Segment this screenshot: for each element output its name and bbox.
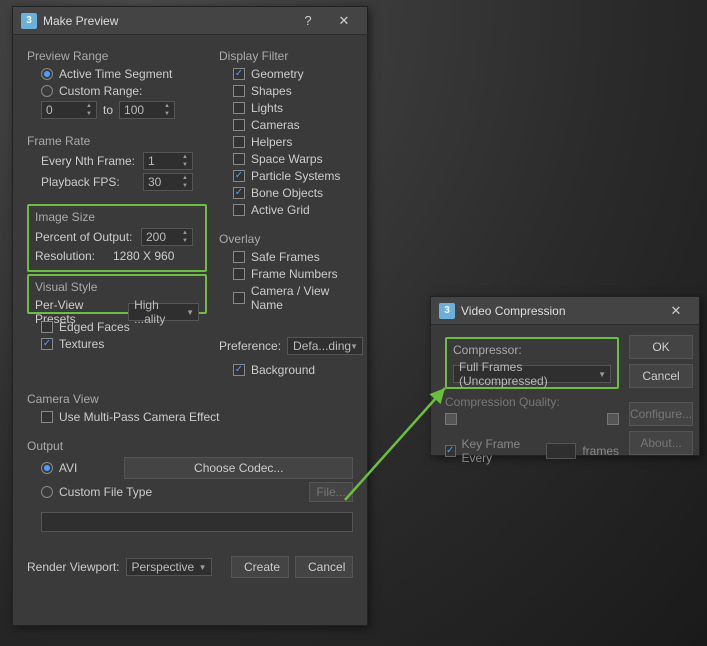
render-viewport-label: Render Viewport: [27,560,120,574]
close-button[interactable]: ✕ [329,13,359,29]
preference-label: Preference: [219,339,281,353]
textures-label: Textures [59,337,104,351]
display-filter-item-label: Geometry [251,67,304,81]
overlay-item-label: Frame Numbers [251,267,338,281]
image-size-highlight: Image Size Percent of Output: 200 ▲▼ Res… [27,204,207,272]
help-button[interactable]: ? [293,13,323,28]
choose-codec-button[interactable]: Choose Codec... [124,457,353,479]
video-compression-dialog: 3 Video Compression ✕ Compressor: Full F… [430,296,700,456]
compressor-highlight: Compressor: Full Frames (Uncompressed) [445,337,619,389]
avi-label: AVI [59,461,119,475]
active-time-segment-label: Active Time Segment [59,67,172,81]
per-view-presets-dropdown[interactable]: High ...ality [128,303,199,321]
dialog-title: Video Compression [461,304,655,318]
custom-file-type-radio[interactable] [41,486,53,498]
display-filter-checkbox[interactable] [233,102,245,114]
overlay-checkbox[interactable] [233,251,245,263]
visual-style-label: Visual Style [35,280,199,294]
video-compression-titlebar[interactable]: 3 Video Compression ✕ [431,297,699,325]
playback-fps-spinner[interactable]: 30 ▲▼ [143,173,193,191]
create-button[interactable]: Create [231,556,289,578]
avi-radio[interactable] [41,462,53,474]
display-filter-item-label: Space Warps [251,152,323,166]
compressor-label: Compressor: [453,343,611,357]
range-to-label: to [103,103,113,117]
every-nth-label: Every Nth Frame: [41,154,137,168]
resolution-label: Resolution: [35,249,107,263]
background-label: Background [251,363,315,377]
make-preview-dialog: 3 Make Preview ? ✕ Preview Range Active … [12,6,368,626]
overlay-item-label: Camera / View Name [251,284,363,312]
frames-label: frames [582,444,619,458]
display-filter-checkbox[interactable] [233,119,245,131]
quality-label: Compression Quality: [445,395,619,409]
range-end-spinner[interactable]: 100 ▲▼ [119,101,175,119]
percent-output-spinner[interactable]: 200 ▲▼ [141,228,193,246]
dialog-title: Make Preview [43,14,287,28]
output-label: Output [27,439,353,453]
about-button[interactable]: About... [629,431,693,455]
multi-pass-checkbox[interactable] [41,411,53,423]
frame-rate-label: Frame Rate [27,134,207,148]
key-frame-checkbox[interactable] [445,445,456,457]
custom-range-radio[interactable] [41,85,53,97]
cancel-button[interactable]: Cancel [295,556,353,578]
range-start-spinner[interactable]: 0 ▲▼ [41,101,97,119]
display-filter-item-label: Bone Objects [251,186,323,200]
preview-range-label: Preview Range [27,49,207,63]
cancel-button[interactable]: Cancel [629,364,693,388]
display-filter-item-label: Particle Systems [251,169,340,183]
render-viewport-dropdown[interactable]: Perspective [126,558,212,576]
overlay-checkbox[interactable] [233,292,245,304]
image-size-label: Image Size [35,210,199,224]
make-preview-titlebar[interactable]: 3 Make Preview ? ✕ [13,7,367,35]
display-filter-item-label: Shapes [251,84,292,98]
visual-style-highlight: Visual Style Per-View Presets High ...al… [27,274,207,314]
display-filter-item-label: Active Grid [251,203,310,217]
every-nth-spinner[interactable]: 1 ▲▼ [143,152,193,170]
display-filter-checkbox[interactable] [233,153,245,165]
display-filter-checkbox[interactable] [233,204,245,216]
camera-view-label: Camera View [27,392,353,406]
resolution-value: 1280 X 960 [113,249,174,263]
app-icon: 3 [439,303,455,319]
display-filter-checkbox[interactable] [233,68,245,80]
app-icon: 3 [21,13,37,29]
edged-faces-label: Edged Faces [59,320,130,334]
quality-slider-left[interactable] [445,413,457,425]
close-button[interactable]: ✕ [661,303,691,319]
display-filter-checkbox[interactable] [233,170,245,182]
overlay-label: Overlay [219,232,363,246]
playback-fps-label: Playback FPS: [41,175,137,189]
display-filter-label: Display Filter [219,49,363,63]
configure-button[interactable]: Configure... [629,402,693,426]
display-filter-item-label: Lights [251,101,283,115]
display-filter-item-label: Cameras [251,118,300,132]
compressor-dropdown[interactable]: Full Frames (Uncompressed) [453,365,611,383]
display-filter-checkbox[interactable] [233,85,245,97]
background-checkbox[interactable] [233,364,245,376]
multi-pass-label: Use Multi-Pass Camera Effect [59,410,220,424]
file-button[interactable]: File... [309,482,353,502]
textures-checkbox[interactable] [41,338,53,350]
display-filter-checkbox[interactable] [233,187,245,199]
preference-dropdown[interactable]: Defa...ding [287,337,363,355]
custom-range-label: Custom Range: [59,84,142,98]
custom-file-type-label: Custom File Type [59,485,303,499]
quality-slider-right[interactable] [607,413,619,425]
overlay-item-label: Safe Frames [251,250,320,264]
display-filter-item-label: Helpers [251,135,292,149]
percent-output-label: Percent of Output: [35,230,135,244]
key-frame-label: Key Frame Every [462,437,541,465]
key-frame-input[interactable] [546,443,576,459]
ok-button[interactable]: OK [629,335,693,359]
display-filter-checkbox[interactable] [233,136,245,148]
edged-faces-checkbox[interactable] [41,321,53,333]
output-path-textbox[interactable] [41,512,353,532]
active-time-segment-radio[interactable] [41,68,53,80]
overlay-checkbox[interactable] [233,268,245,280]
